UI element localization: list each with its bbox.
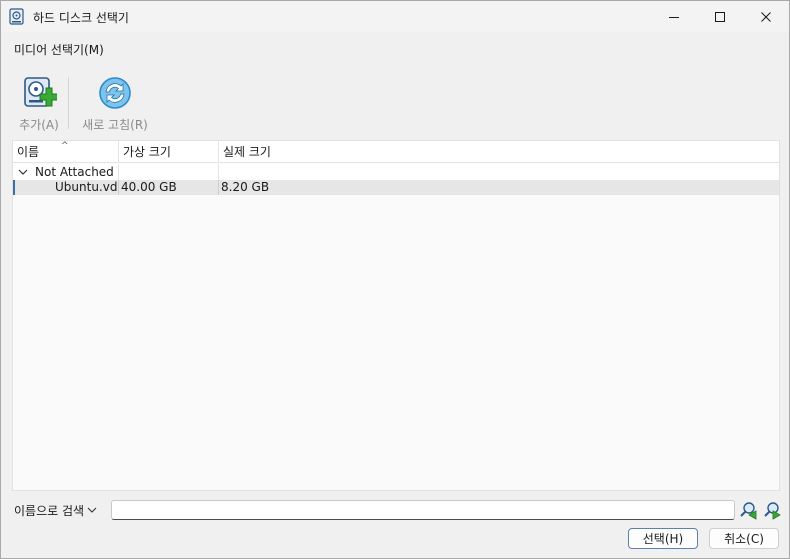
selection-indicator xyxy=(13,180,15,195)
column-header-name[interactable]: ^ 이름 xyxy=(13,141,118,163)
column-divider xyxy=(118,180,119,195)
search-previous-icon xyxy=(740,502,757,520)
toolbar-separator xyxy=(68,77,69,129)
search-input[interactable] xyxy=(111,500,735,520)
search-mode-label: 이름으로 검색 xyxy=(14,503,85,518)
search-mode-dropdown[interactable]: 이름으로 검색 xyxy=(14,501,97,519)
column-divider xyxy=(118,164,119,180)
column-header-actual-size[interactable]: 실제 크기 xyxy=(218,141,779,163)
search-next-button[interactable] xyxy=(761,500,781,520)
cell-actual-size: 8.20 GB xyxy=(221,180,270,194)
add-button[interactable]: 추가(A) xyxy=(15,75,63,133)
chevron-down-icon[interactable] xyxy=(17,165,29,179)
search-previous-button[interactable] xyxy=(737,500,757,520)
table-header: ^ 이름 가상 크기 실제 크기 xyxy=(13,141,779,163)
maximize-icon xyxy=(715,11,725,22)
app-disk-icon xyxy=(9,8,24,25)
minimize-button[interactable] xyxy=(651,1,697,32)
column-divider xyxy=(218,164,219,180)
group-row-not-attached[interactable]: Not Attached xyxy=(13,164,779,180)
window-title: 하드 디스크 선택기 xyxy=(33,11,129,25)
title-bar[interactable]: 하드 디스크 선택기 xyxy=(1,1,789,32)
add-disk-icon xyxy=(24,77,57,107)
menu-media-selector[interactable]: 미디어 선택기(M) xyxy=(14,41,104,58)
hard-disk-selector-window: 하드 디스크 선택기 미디어 선택기(M) 추가(A) 새로 고침(R) ^ 이… xyxy=(0,0,790,559)
close-icon xyxy=(761,11,771,22)
toolbar: 추가(A) 새로 고침(R) xyxy=(1,71,789,133)
cell-virtual-size: 40.00 GB xyxy=(121,180,177,194)
add-button-label: 추가(A) xyxy=(19,118,59,132)
cell-name: Ubuntu.vdi xyxy=(55,180,117,194)
column-header-virtual-size[interactable]: 가상 크기 xyxy=(118,141,218,163)
choose-button[interactable]: 선택(H) xyxy=(628,528,698,549)
column-divider xyxy=(218,180,219,195)
table-row[interactable]: Ubuntu.vdi 40.00 GB 8.20 GB xyxy=(13,180,779,195)
refresh-button[interactable]: 새로 고침(R) xyxy=(79,75,151,133)
minimize-icon xyxy=(669,16,679,18)
media-tree-list[interactable]: ^ 이름 가상 크기 실제 크기 Not Attached Ubuntu.vdi… xyxy=(12,140,780,491)
refresh-icon xyxy=(99,77,131,109)
search-next-icon xyxy=(764,502,781,520)
cancel-button[interactable]: 취소(C) xyxy=(709,528,779,549)
sort-ascending-icon: ^ xyxy=(61,141,69,151)
maximize-button[interactable] xyxy=(697,1,743,32)
refresh-button-label: 새로 고침(R) xyxy=(82,118,148,132)
close-button[interactable] xyxy=(743,1,789,32)
chevron-down-icon xyxy=(87,507,97,513)
group-label: Not Attached xyxy=(35,165,114,179)
